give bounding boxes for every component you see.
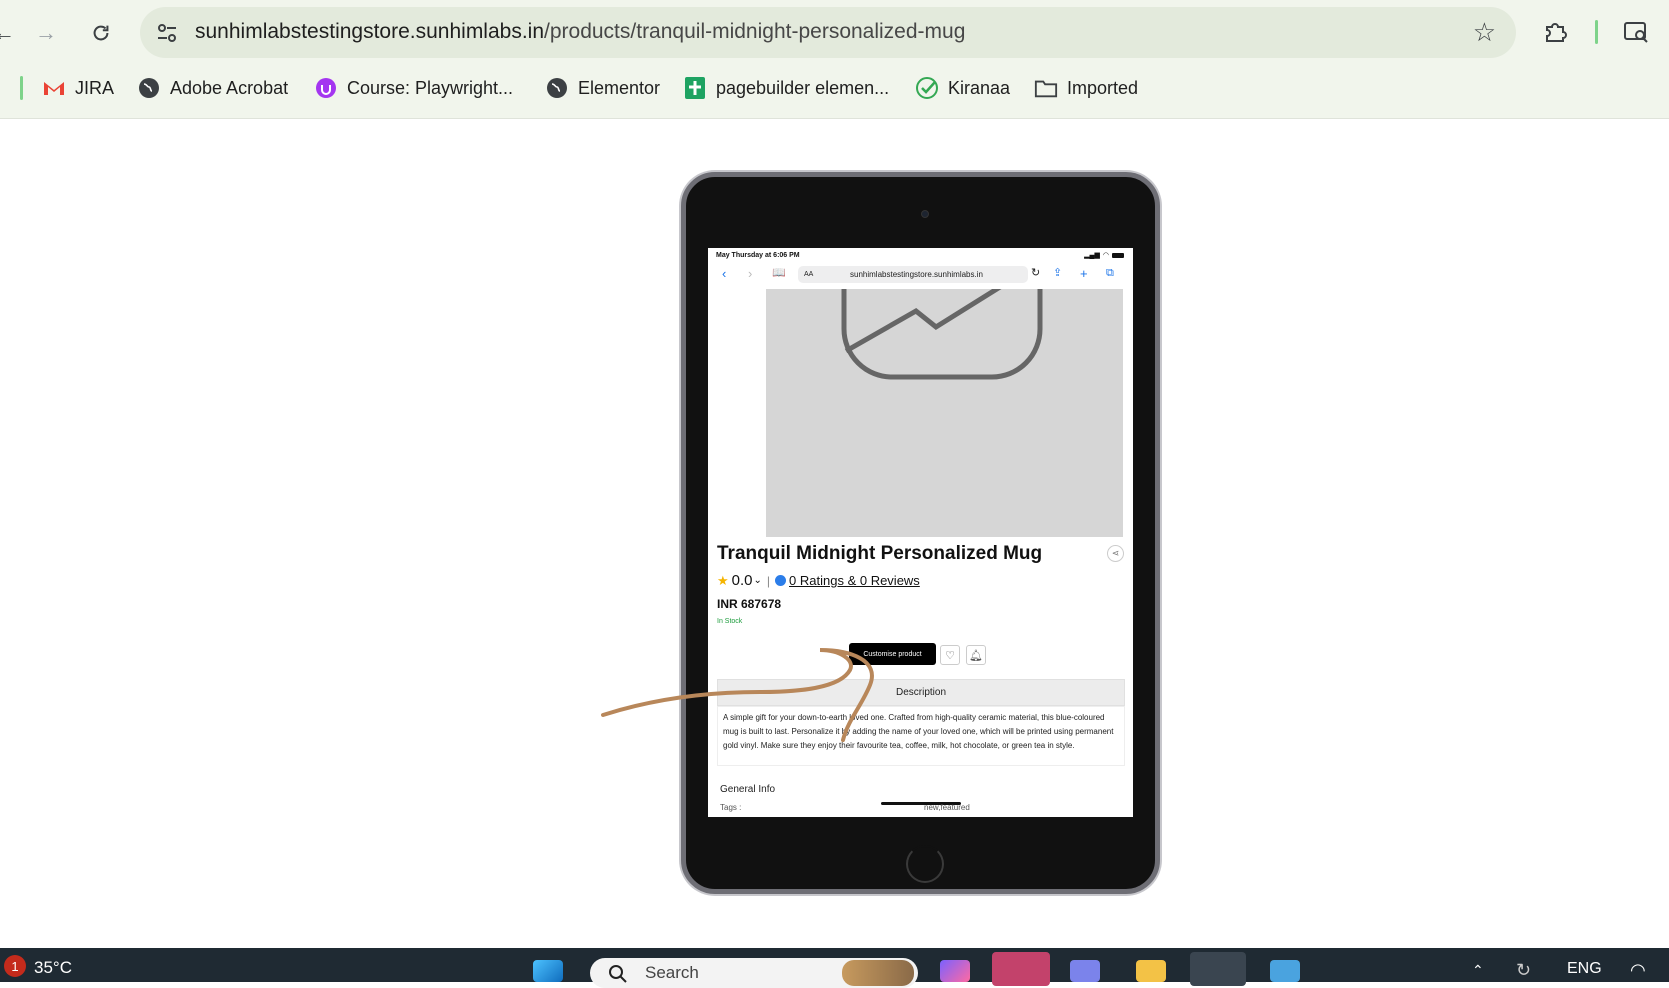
- search-icon: [609, 965, 627, 983]
- teams-icon[interactable]: [1070, 960, 1100, 982]
- taskbar-search-input[interactable]: Search: [590, 958, 918, 988]
- language-indicator[interactable]: ENG: [1567, 960, 1602, 978]
- notepad-icon[interactable]: [1270, 960, 1300, 982]
- search-highlight-image: [842, 960, 914, 986]
- windows-taskbar: 1 35°C Search ⌃ ↻ ENG ◠: [0, 948, 1669, 988]
- weather-temperature[interactable]: 35°C: [34, 958, 72, 978]
- chevron-up-icon[interactable]: ⌃: [1472, 962, 1484, 979]
- windows-start-icon[interactable]: [533, 960, 563, 982]
- notification-badge[interactable]: 1: [4, 955, 26, 977]
- search-placeholder: Search: [645, 963, 699, 982]
- annotation-scribble: [601, 648, 874, 742]
- wifi-icon[interactable]: ◠: [1630, 960, 1646, 981]
- chrome-icon[interactable]: [1190, 952, 1246, 986]
- file-explorer-icon[interactable]: [1136, 960, 1166, 982]
- copilot-icon[interactable]: [940, 960, 970, 982]
- edge-browser-icon[interactable]: [992, 952, 1050, 986]
- sync-icon[interactable]: ↻: [1516, 960, 1531, 981]
